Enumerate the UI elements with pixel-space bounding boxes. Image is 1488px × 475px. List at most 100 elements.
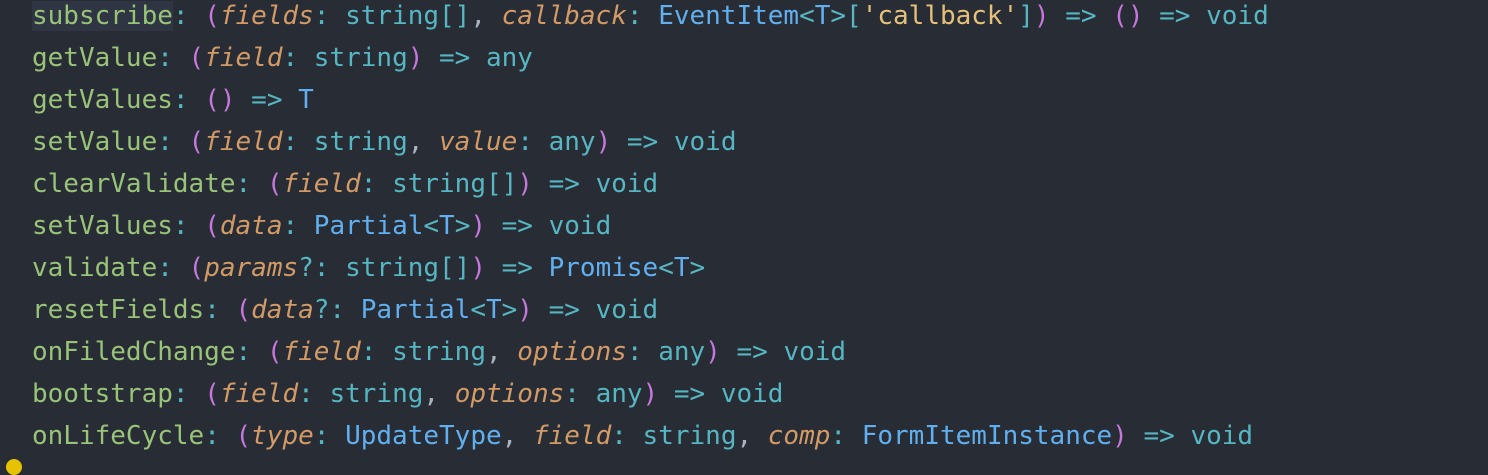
code-token: void bbox=[1206, 1, 1269, 31]
code-line[interactable]: setValues: (data: Partial<T>) => void bbox=[32, 205, 1269, 247]
code-token: Promise bbox=[548, 253, 659, 283]
code-token: => bbox=[423, 43, 486, 73]
code-token: Partial bbox=[360, 295, 471, 325]
code-token: : bbox=[235, 169, 267, 199]
code-token: : bbox=[626, 337, 659, 367]
code-token: => bbox=[532, 295, 596, 325]
code-token: => bbox=[611, 127, 674, 157]
code-token: , bbox=[501, 421, 533, 451]
code-token: ) bbox=[1112, 421, 1128, 451]
code-line[interactable]: onLifeCycle: (type: UpdateType, field: s… bbox=[32, 415, 1269, 457]
code-token: fields bbox=[219, 1, 314, 31]
code-token: string bbox=[392, 337, 486, 367]
code-token: 'callback' bbox=[861, 1, 1019, 31]
code-token: any bbox=[486, 43, 533, 73]
code-token: resetFields bbox=[32, 295, 205, 325]
code-token: => bbox=[1143, 1, 1207, 31]
code-token: ( bbox=[235, 421, 252, 451]
lightbulb-icon[interactable] bbox=[6, 459, 22, 475]
code-token: : bbox=[204, 295, 236, 325]
code-token: : bbox=[313, 421, 346, 451]
code-token: setValue bbox=[32, 127, 158, 157]
code-line[interactable]: resetFields: (data?: Partial<T>) => void bbox=[32, 289, 1269, 331]
code-token: => bbox=[485, 253, 549, 283]
code-token: any bbox=[658, 337, 706, 367]
code-token: data bbox=[251, 295, 314, 325]
code-token: , bbox=[470, 1, 502, 31]
code-area[interactable]: subscribe: (fields: string[], callback: … bbox=[32, 0, 1269, 457]
code-token: ) bbox=[1033, 1, 1050, 31]
code-token: : bbox=[172, 379, 205, 409]
code-token: : bbox=[313, 1, 346, 31]
code-token: : bbox=[282, 43, 314, 73]
code-token: : bbox=[830, 421, 862, 451]
code-line[interactable]: onFiledChange: (field: string, options: … bbox=[32, 331, 1269, 373]
code-token: options bbox=[454, 379, 565, 409]
code-token: => bbox=[532, 169, 596, 199]
code-token: => bbox=[1049, 1, 1113, 31]
code-token: ) bbox=[470, 211, 486, 241]
code-token: string bbox=[313, 127, 408, 157]
code-token: => bbox=[1127, 421, 1191, 451]
code-token: : bbox=[235, 337, 267, 367]
code-token: Partial bbox=[313, 211, 424, 241]
code-token: ( bbox=[188, 253, 205, 283]
code-token: ?: bbox=[313, 295, 361, 325]
code-token: , bbox=[423, 379, 455, 409]
code-token: options bbox=[517, 337, 627, 367]
code-token: string bbox=[313, 43, 408, 73]
code-token: UpdateType bbox=[345, 421, 502, 451]
code-token: void bbox=[595, 169, 659, 199]
code-token: clearValidate bbox=[32, 169, 236, 199]
code-token: : bbox=[626, 1, 659, 31]
code-token: subscribe bbox=[32, 1, 173, 31]
code-token: bootstrap bbox=[32, 379, 173, 409]
code-token: data bbox=[219, 211, 283, 241]
code-token: field bbox=[204, 43, 283, 73]
code-token: ) bbox=[517, 295, 533, 325]
code-editor[interactable]: subscribe: (fields: string[], callback: … bbox=[0, 0, 1488, 475]
code-token: string bbox=[642, 421, 737, 451]
code-token: () bbox=[1112, 1, 1144, 31]
code-token: : bbox=[172, 1, 205, 31]
code-token: : bbox=[157, 127, 189, 157]
code-line[interactable]: setValue: (field: string, value: any) =>… bbox=[32, 121, 1269, 163]
code-token: ) bbox=[642, 379, 659, 409]
code-token: < bbox=[658, 253, 674, 283]
code-token: : bbox=[564, 379, 596, 409]
code-token: value bbox=[439, 127, 518, 157]
code-line[interactable]: subscribe: (fields: string[], callback: … bbox=[32, 0, 1269, 37]
code-token: void bbox=[673, 127, 737, 157]
code-line[interactable]: validate: (params?: string[]) => Promise… bbox=[32, 247, 1269, 289]
code-token: : bbox=[204, 421, 236, 451]
code-token: ( bbox=[204, 211, 220, 241]
code-token: setValues bbox=[32, 211, 173, 241]
code-line[interactable]: getValue: (field: string) => any bbox=[32, 37, 1269, 79]
code-token: void bbox=[783, 337, 847, 367]
code-token: ) bbox=[470, 253, 486, 283]
code-token: field bbox=[204, 127, 283, 157]
code-token: callback bbox=[501, 1, 627, 31]
code-token: ) bbox=[595, 127, 612, 157]
code-line[interactable]: getValues: () => T bbox=[32, 79, 1269, 121]
code-token: ( bbox=[204, 1, 220, 31]
code-token: string[] bbox=[345, 1, 471, 31]
code-token: ( bbox=[235, 295, 252, 325]
code-token: < bbox=[423, 211, 440, 241]
code-token: any bbox=[548, 127, 596, 157]
code-token: void bbox=[595, 295, 659, 325]
code-token: onFiledChange bbox=[32, 337, 236, 367]
code-token: > bbox=[501, 295, 518, 325]
code-token: ?: bbox=[298, 253, 346, 283]
code-token: : bbox=[517, 127, 549, 157]
code-token: FormItemInstance bbox=[861, 421, 1113, 451]
code-token: void bbox=[1190, 421, 1254, 451]
code-token: validate bbox=[32, 253, 158, 283]
code-token: field bbox=[282, 169, 361, 199]
code-token: : bbox=[282, 211, 314, 241]
code-line[interactable]: bootstrap: (field: string, options: any)… bbox=[32, 373, 1269, 415]
code-token: ] bbox=[1018, 1, 1034, 31]
code-line[interactable]: clearValidate: (field: string[]) => void bbox=[32, 163, 1269, 205]
code-token: void bbox=[720, 379, 784, 409]
code-token: : bbox=[157, 43, 189, 73]
